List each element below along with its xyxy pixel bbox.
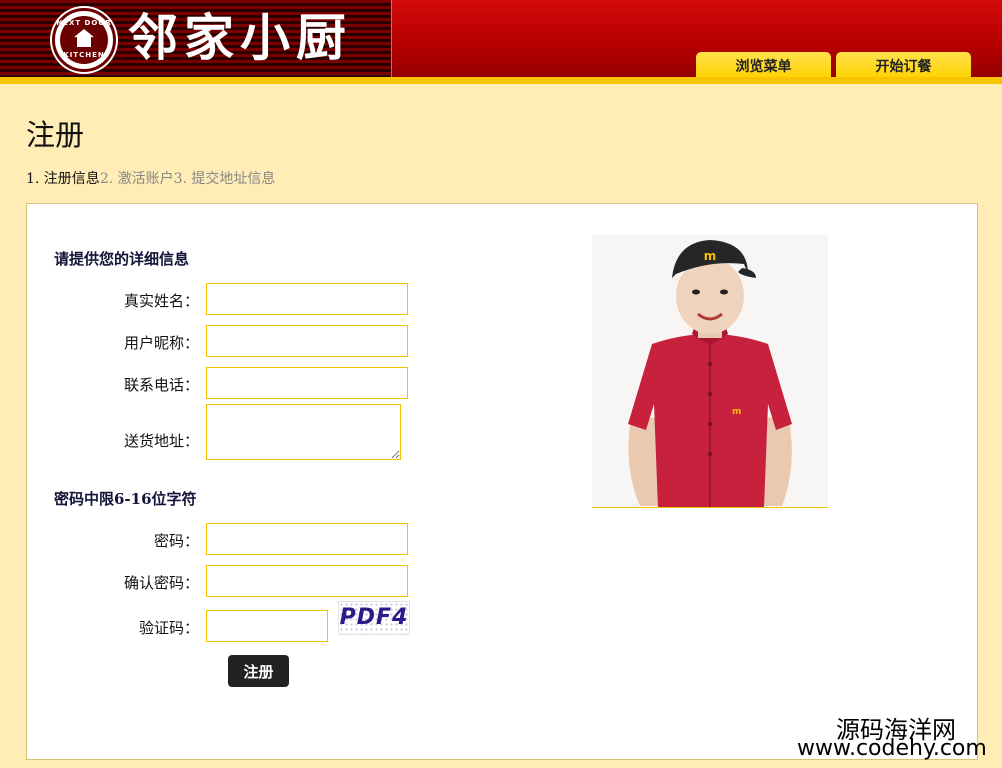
registration-steps: 1. 注册信息2. 激活账户3. 提交地址信息 [26, 168, 275, 188]
real-name-label: 真实姓名： [123, 292, 199, 310]
browse-menu-button[interactable]: 浏览菜单 [696, 52, 831, 79]
confirm-password-input[interactable] [206, 565, 408, 597]
registration-panel: 请提供您的详细信息 真实姓名： 用户昵称： 联系电话： 送货地址： 密码中限6-… [26, 203, 978, 760]
nickname-label: 用户昵称： [123, 334, 199, 352]
phone-input[interactable] [206, 367, 408, 399]
logo-badge-top-text: NEXT DOOR [56, 19, 112, 27]
site-header: NEXT DOOR KITCHEN 邻家小厨 浏览菜单 开始订餐 [0, 0, 1002, 84]
page-title: 注册 [26, 118, 85, 152]
password-label: 密码： [153, 532, 199, 550]
real-name-input[interactable] [206, 283, 408, 315]
step-activate-account: 2. 激活账户 [99, 171, 174, 187]
header-gold-bar [0, 77, 1002, 84]
step-submit-address: 3. 提交地址信息 [173, 171, 276, 187]
logo-badge-bottom-text: KITCHEN [63, 51, 105, 59]
start-order-button[interactable]: 开始订餐 [836, 52, 971, 79]
watermark-url: www.codehy.com [797, 736, 987, 761]
details-heading: 请提供您的详细信息 [54, 250, 190, 268]
logo-badge-icon: NEXT DOOR KITCHEN [52, 8, 116, 72]
staff-photo: m m [592, 234, 828, 508]
step-register-info: 1. 注册信息 [26, 171, 100, 187]
staff-illustration: m m [628, 240, 792, 507]
password-input[interactable] [206, 523, 408, 555]
register-button[interactable]: 注册 [228, 655, 289, 687]
captcha-input[interactable] [206, 610, 328, 642]
captcha-image[interactable]: PDF4 [338, 601, 410, 635]
password-heading: 密码中限6-16位字符 [54, 490, 197, 508]
logo[interactable]: NEXT DOOR KITCHEN 邻家小厨 [0, 0, 392, 77]
phone-label: 联系电话： [123, 376, 199, 394]
address-label: 送货地址： [123, 432, 199, 450]
confirm-password-label: 确认密码： [123, 574, 199, 592]
nickname-input[interactable] [206, 325, 408, 357]
address-textarea[interactable] [206, 404, 401, 460]
svg-text:m: m [704, 249, 717, 263]
captcha-label: 验证码： [138, 619, 199, 637]
svg-text:m: m [732, 407, 741, 417]
logo-title: 邻家小厨 [128, 8, 352, 67]
